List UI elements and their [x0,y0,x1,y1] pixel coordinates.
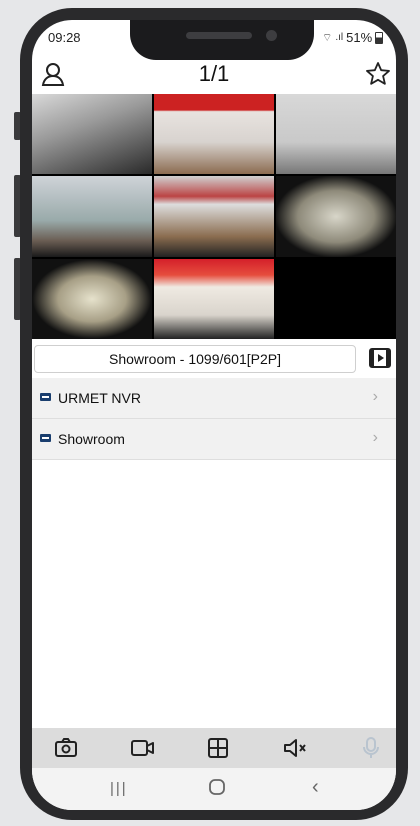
recent-apps-icon[interactable]: ||| [110,780,128,797]
front-camera [266,30,277,41]
home-icon[interactable] [208,778,226,801]
earpiece [186,32,252,39]
battery-text: 51% [346,30,373,45]
chevron-right-icon: › [372,429,378,446]
signal-icon: .ıl [335,32,344,43]
star-icon[interactable] [365,61,391,92]
top-bar: 1/1 [32,56,396,96]
camera-tile[interactable] [32,94,152,175]
page-title: 1/1 [198,61,230,86]
bottom-toolbar [32,728,396,768]
back-icon[interactable]: ‹ [312,776,319,799]
camera-tile[interactable] [32,176,152,257]
selected-device-label[interactable]: Showroom - 1099/601[P2P] [34,345,356,373]
list-item[interactable]: URMET NVR › [32,378,396,419]
film-play-icon[interactable] [369,347,391,374]
dvr-icon [40,393,51,401]
camera-icon[interactable] [54,736,78,765]
camera-tile[interactable] [154,258,274,339]
camera-tile-empty[interactable] [276,258,396,339]
device-list: URMET NVR › Showroom › [32,378,396,460]
camera-grid [32,94,396,339]
status-indicators: ⌔ .ıl 51% [322,30,384,45]
status-time: 09:28 [48,30,81,45]
chevron-right-icon: › [372,388,378,405]
camera-tile[interactable] [276,176,396,257]
video-camera-icon[interactable] [130,736,156,765]
device-name: URMET NVR [58,390,141,406]
system-nav-bar: ||| ‹ [32,768,396,810]
speaker-mute-icon[interactable] [282,736,308,765]
camera-tile[interactable] [154,94,274,175]
microphone-icon[interactable] [360,736,382,765]
camera-tile[interactable] [32,258,152,339]
app-screen: 09:28 ⌔ .ıl 51% 1/1 Showroom - 1099/601[… [32,20,396,810]
battery-icon [375,31,384,44]
device-bar: Showroom - 1099/601[P2P] [32,342,396,376]
grid-icon[interactable] [206,736,230,765]
dvr-icon [40,434,51,442]
device-name: Showroom [58,431,125,447]
camera-tile[interactable] [276,94,396,175]
wifi-icon: ⌔ [322,31,333,44]
camera-tile[interactable] [154,176,274,257]
list-item[interactable]: Showroom › [32,419,396,460]
camera-notch [130,20,314,60]
